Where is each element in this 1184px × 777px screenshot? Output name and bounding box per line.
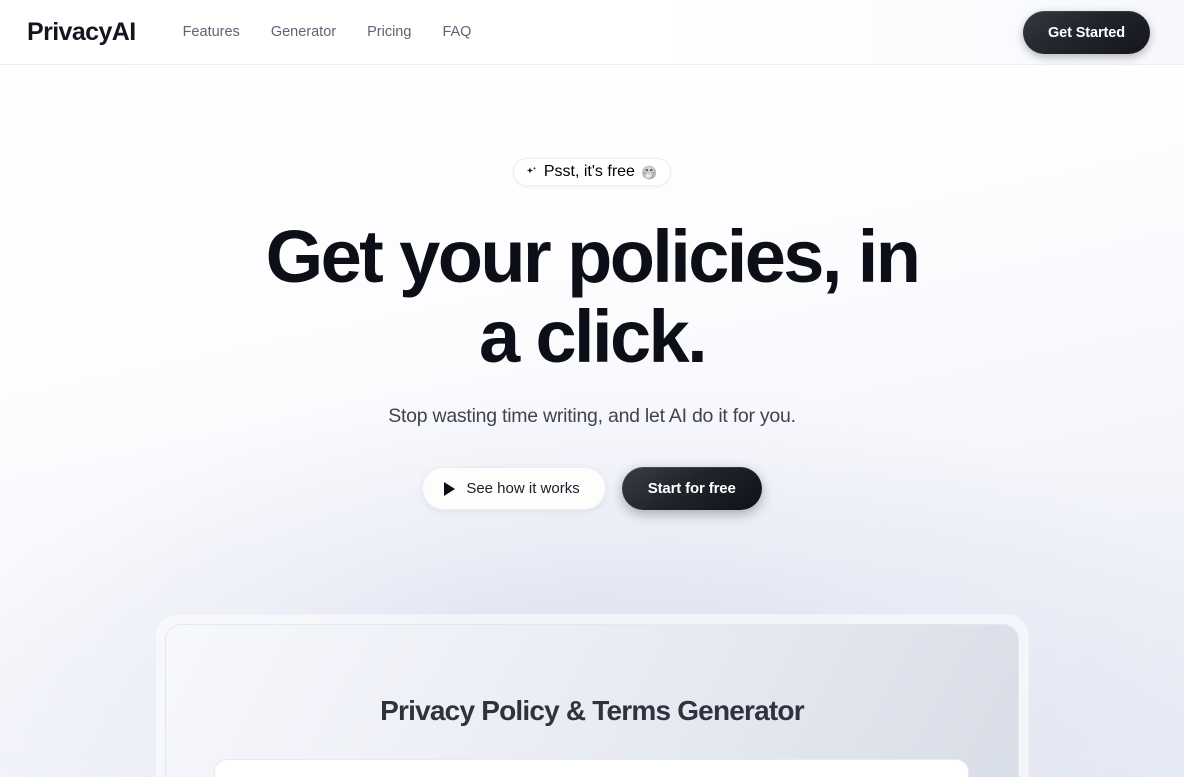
generator-card-title: Privacy Policy & Terms Generator [380, 695, 804, 726]
brand-logo[interactable]: PrivacyAI [27, 18, 136, 47]
nav-item-features[interactable]: Features [183, 24, 240, 40]
free-badge[interactable]: Psst, it's free 🤭 [512, 158, 672, 186]
generator-card-frame: Privacy Policy & Terms Generator [155, 614, 1029, 777]
hero-headline: Get your policies, in a click. [265, 215, 921, 378]
hero-cta-row: See how it works Start for free [422, 467, 762, 510]
site-header: PrivacyAI Features Generator Pricing FAQ… [0, 0, 1184, 65]
free-badge-label: Psst, it's free [543, 163, 635, 180]
start-for-free-button[interactable]: Start for free [621, 467, 762, 510]
nav-item-pricing[interactable]: Pricing [367, 24, 411, 40]
play-icon [444, 481, 456, 496]
see-how-it-works-label: See how it works [466, 480, 580, 497]
landing-page: PrivacyAI Features Generator Pricing FAQ… [0, 0, 1184, 777]
nav-item-generator[interactable]: Generator [271, 24, 336, 40]
sparkle-icon [526, 166, 536, 174]
generator-card: Privacy Policy & Terms Generator [165, 624, 1019, 777]
nav-item-faq[interactable]: FAQ [442, 24, 471, 40]
main-nav: Features Generator Pricing FAQ [183, 24, 472, 40]
hero-section: Psst, it's free 🤭 Get your policies, in … [0, 65, 1184, 510]
hero-subheadline: Stop wasting time writing, and let AI do… [388, 405, 796, 427]
see-how-it-works-button[interactable]: See how it works [422, 467, 606, 510]
shushing-face-emoji-icon: 🤭 [640, 164, 658, 180]
get-started-button[interactable]: Get Started [1022, 11, 1150, 54]
website-url-input[interactable] [214, 759, 969, 777]
